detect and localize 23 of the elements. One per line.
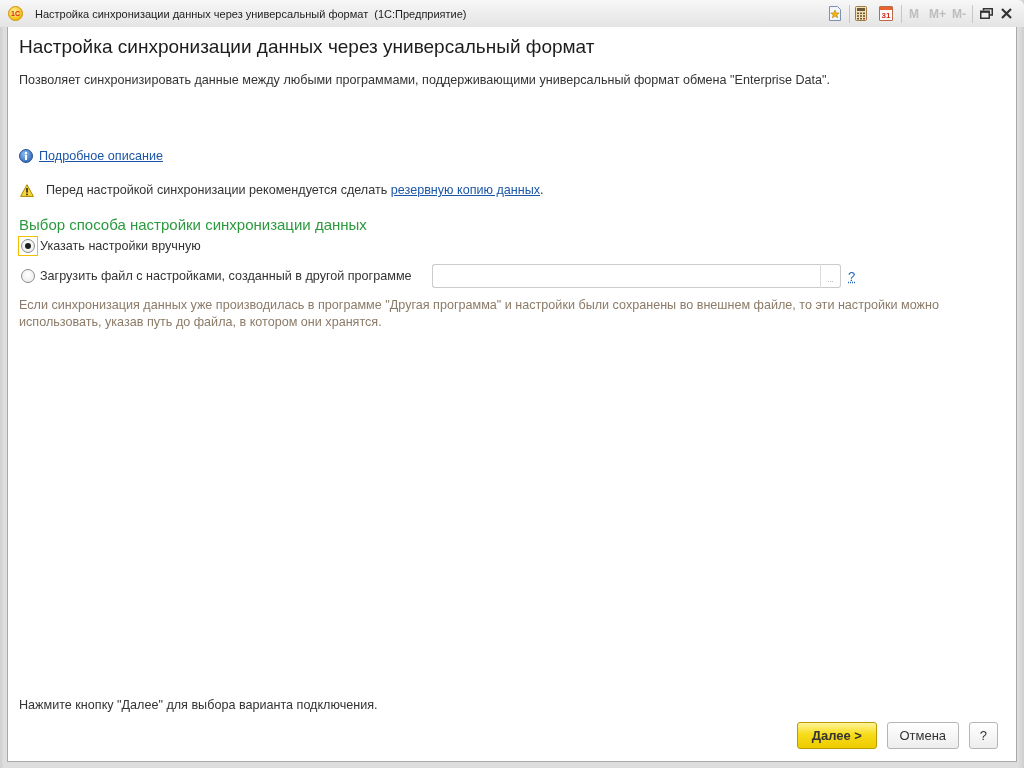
calendar-button[interactable]: 31 bbox=[879, 6, 893, 21]
radio-label[interactable]: Указать настройки вручную bbox=[40, 239, 201, 253]
cancel-button[interactable]: Отмена bbox=[886, 722, 959, 749]
form-heading: Настройка синхронизации данных через универсальный формат bbox=[19, 35, 595, 59]
file-path-field[interactable] bbox=[432, 264, 820, 288]
info-icon bbox=[19, 149, 33, 163]
warning-icon bbox=[20, 183, 34, 197]
radio-button[interactable] bbox=[18, 236, 38, 256]
calculator-icon[interactable] bbox=[855, 6, 867, 21]
star-page-icon[interactable] bbox=[828, 6, 842, 21]
help-link[interactable]: ? bbox=[848, 268, 856, 284]
details-link[interactable]: Подробное описание bbox=[39, 149, 163, 163]
close-icon[interactable] bbox=[1001, 8, 1012, 19]
help-button[interactable]: ? bbox=[968, 722, 998, 749]
next-button[interactable]: Далее > bbox=[796, 722, 877, 749]
window-title: Настройка синхронизации данных через универсальный формат (1С:Предприятие) bbox=[35, 7, 467, 20]
description-text: Позволяет синхронизировать данные между любыми программами, поддерживающими универсальный формат обмена "Enterprise Data". bbox=[19, 73, 830, 87]
section-title: Выбор способа настройки синхронизации данных bbox=[19, 216, 367, 234]
hint-text: Если синхронизация данных уже производилась в программе "Другая программа" и настройки были сохранены во внешнем файле, то эти настройки можно использовать, указав путь до файла, в котором они хранятся. bbox=[19, 297, 940, 331]
radio-label[interactable]: Загрузить файл с настройками, созданный в другой программе bbox=[40, 269, 420, 283]
restore-window-icon[interactable] bbox=[980, 8, 993, 19]
footer-hint-text: Нажмите кнопку "Далее" для выбора варианта подключения. bbox=[19, 698, 378, 712]
warning-text: Перед настройкой синхронизации рекомендуется сделать резервную копию данных. bbox=[46, 183, 544, 197]
